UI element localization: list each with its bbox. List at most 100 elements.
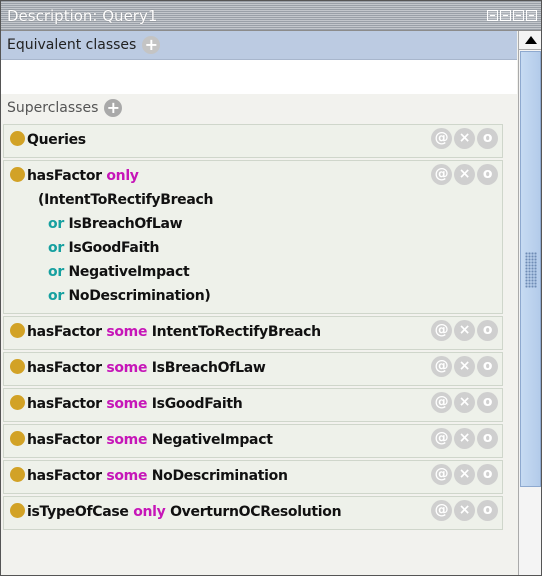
superclass-row[interactable]: hasFactor only (IntentToRectifyBreach or I… [3, 160, 503, 314]
row-actions: @ × o [431, 356, 498, 377]
expression-term: NoDescrimination [151, 468, 288, 484]
expression-term: hasFactor [27, 432, 107, 448]
minimize-icon[interactable] [500, 10, 511, 21]
expression-keyword: some [106, 360, 152, 376]
expression-term: IsGoodFaith [151, 396, 243, 412]
expression-keyword: some [106, 468, 152, 484]
up-arrow-icon [524, 36, 537, 44]
expression-term: IsGoodFaith [68, 240, 160, 256]
expression-term: NegativeImpact [151, 432, 273, 448]
delete-button[interactable]: × [454, 320, 475, 341]
superclass-row[interactable]: hasFactor some IsGoodFaith @ × o [3, 388, 503, 422]
superclass-row[interactable]: hasFactor some NegativeImpact @ × o [3, 424, 503, 458]
delete-button[interactable]: × [454, 164, 475, 185]
class-icon [10, 131, 25, 146]
annotate-button[interactable]: @ [431, 320, 452, 341]
expression-keyword: only [106, 168, 139, 184]
expression-line: (IntentToRectifyBreach [10, 189, 502, 213]
description-panel: Description: Query1 Equivalent classes +… [0, 0, 542, 576]
expression-line: hasFactor some IsGoodFaith [10, 393, 502, 417]
equivalent-classes-label: Equivalent classes [7, 37, 137, 53]
close-icon[interactable] [526, 10, 537, 21]
edit-button[interactable]: o [477, 392, 498, 413]
expression-keyword: only [133, 504, 171, 520]
row-actions: @ × o [431, 428, 498, 449]
edit-button[interactable]: o [477, 500, 498, 521]
expression-line: or IsGoodFaith [10, 237, 502, 261]
superclasses-header: Superclasses + [1, 94, 517, 122]
expression-term: hasFactor [27, 468, 107, 484]
annotate-button[interactable]: @ [431, 128, 452, 149]
superclasses-label: Superclasses [7, 100, 99, 116]
expression-line: or NegativeImpact [10, 261, 502, 285]
float-view-icon[interactable] [487, 10, 498, 21]
window-controls [487, 10, 541, 21]
class-icon [10, 359, 25, 374]
expression-line: hasFactor only [10, 165, 502, 189]
annotate-button[interactable]: @ [431, 464, 452, 485]
expression-term: NegativeImpact [68, 264, 190, 280]
delete-button[interactable]: × [454, 428, 475, 449]
superclass-row[interactable]: Queries @ × o [3, 124, 503, 158]
annotate-button[interactable]: @ [431, 500, 452, 521]
expression-keyword: or [48, 288, 69, 304]
expression-term: OverturnOCResolution [170, 504, 342, 520]
class-icon [10, 467, 25, 482]
add-equivalent-class-button[interactable]: + [142, 36, 161, 54]
class-icon [10, 167, 25, 182]
scroll-thumb[interactable] [520, 51, 541, 487]
expression-term: (IntentToRectifyBreach [38, 192, 214, 208]
scroll-grip [525, 252, 537, 288]
edit-button[interactable]: o [477, 164, 498, 185]
expression-line: hasFactor some NegativeImpact [10, 429, 502, 453]
superclass-row[interactable]: hasFactor some IntentToRectifyBreach @ × o [3, 316, 503, 350]
row-actions: @ × o [431, 500, 498, 521]
delete-button[interactable]: × [454, 356, 475, 377]
maximize-icon[interactable] [513, 10, 524, 21]
edit-button[interactable]: o [477, 428, 498, 449]
superclasses-list: Queries @ × o hasFactor only (IntentToRectify… [1, 124, 517, 530]
expression-term: Queries [27, 132, 86, 148]
expression-term: hasFactor [27, 396, 107, 412]
row-actions: @ × o [431, 464, 498, 485]
expression-keyword: some [106, 432, 152, 448]
expression-line: or NoDescrimination) [10, 285, 502, 309]
title-bar: Description: Query1 [1, 1, 541, 31]
class-icon [10, 503, 25, 518]
edit-button[interactable]: o [477, 320, 498, 341]
annotate-button[interactable]: @ [431, 164, 452, 185]
class-icon [10, 323, 25, 338]
expression-term: hasFactor [27, 324, 107, 340]
delete-button[interactable]: × [454, 128, 475, 149]
delete-button[interactable]: × [454, 464, 475, 485]
expression-line: hasFactor some IntentToRectifyBreach [10, 321, 502, 345]
edit-button[interactable]: o [477, 128, 498, 149]
row-actions: @ × o [431, 320, 498, 341]
equivalent-classes-header: Equivalent classes + [1, 31, 517, 60]
superclass-row[interactable]: isTypeOfCase only OverturnOCResolution @ ×… [3, 496, 503, 530]
edit-button[interactable]: o [477, 356, 498, 377]
expression-term: IsBreachOfLaw [151, 360, 266, 376]
expression-keyword: or [48, 264, 69, 280]
delete-button[interactable]: × [454, 500, 475, 521]
expression-line: or IsBreachOfLaw [10, 213, 502, 237]
expression-term: hasFactor [27, 360, 107, 376]
expression-line: Queries [10, 129, 502, 153]
description-content: Equivalent classes + Superclasses + Quer… [1, 31, 517, 575]
edit-button[interactable]: o [477, 464, 498, 485]
superclass-row[interactable]: hasFactor some IsBreachOfLaw @ × o [3, 352, 503, 386]
expression-term: isTypeOfCase [27, 504, 134, 520]
superclass-row[interactable]: hasFactor some NoDescrimination @ × o [3, 460, 503, 494]
vertical-scrollbar[interactable] [518, 31, 541, 575]
annotate-button[interactable]: @ [431, 392, 452, 413]
expression-line: hasFactor some NoDescrimination [10, 465, 502, 489]
annotate-button[interactable]: @ [431, 356, 452, 377]
scroll-up-button[interactable] [519, 31, 541, 50]
add-superclass-button[interactable]: + [104, 99, 123, 117]
expression-term: NoDescrimination) [68, 288, 211, 304]
row-actions: @ × o [431, 128, 498, 149]
annotate-button[interactable]: @ [431, 428, 452, 449]
delete-button[interactable]: × [454, 392, 475, 413]
expression-keyword: or [48, 216, 69, 232]
expression-term: IntentToRectifyBreach [151, 324, 321, 340]
